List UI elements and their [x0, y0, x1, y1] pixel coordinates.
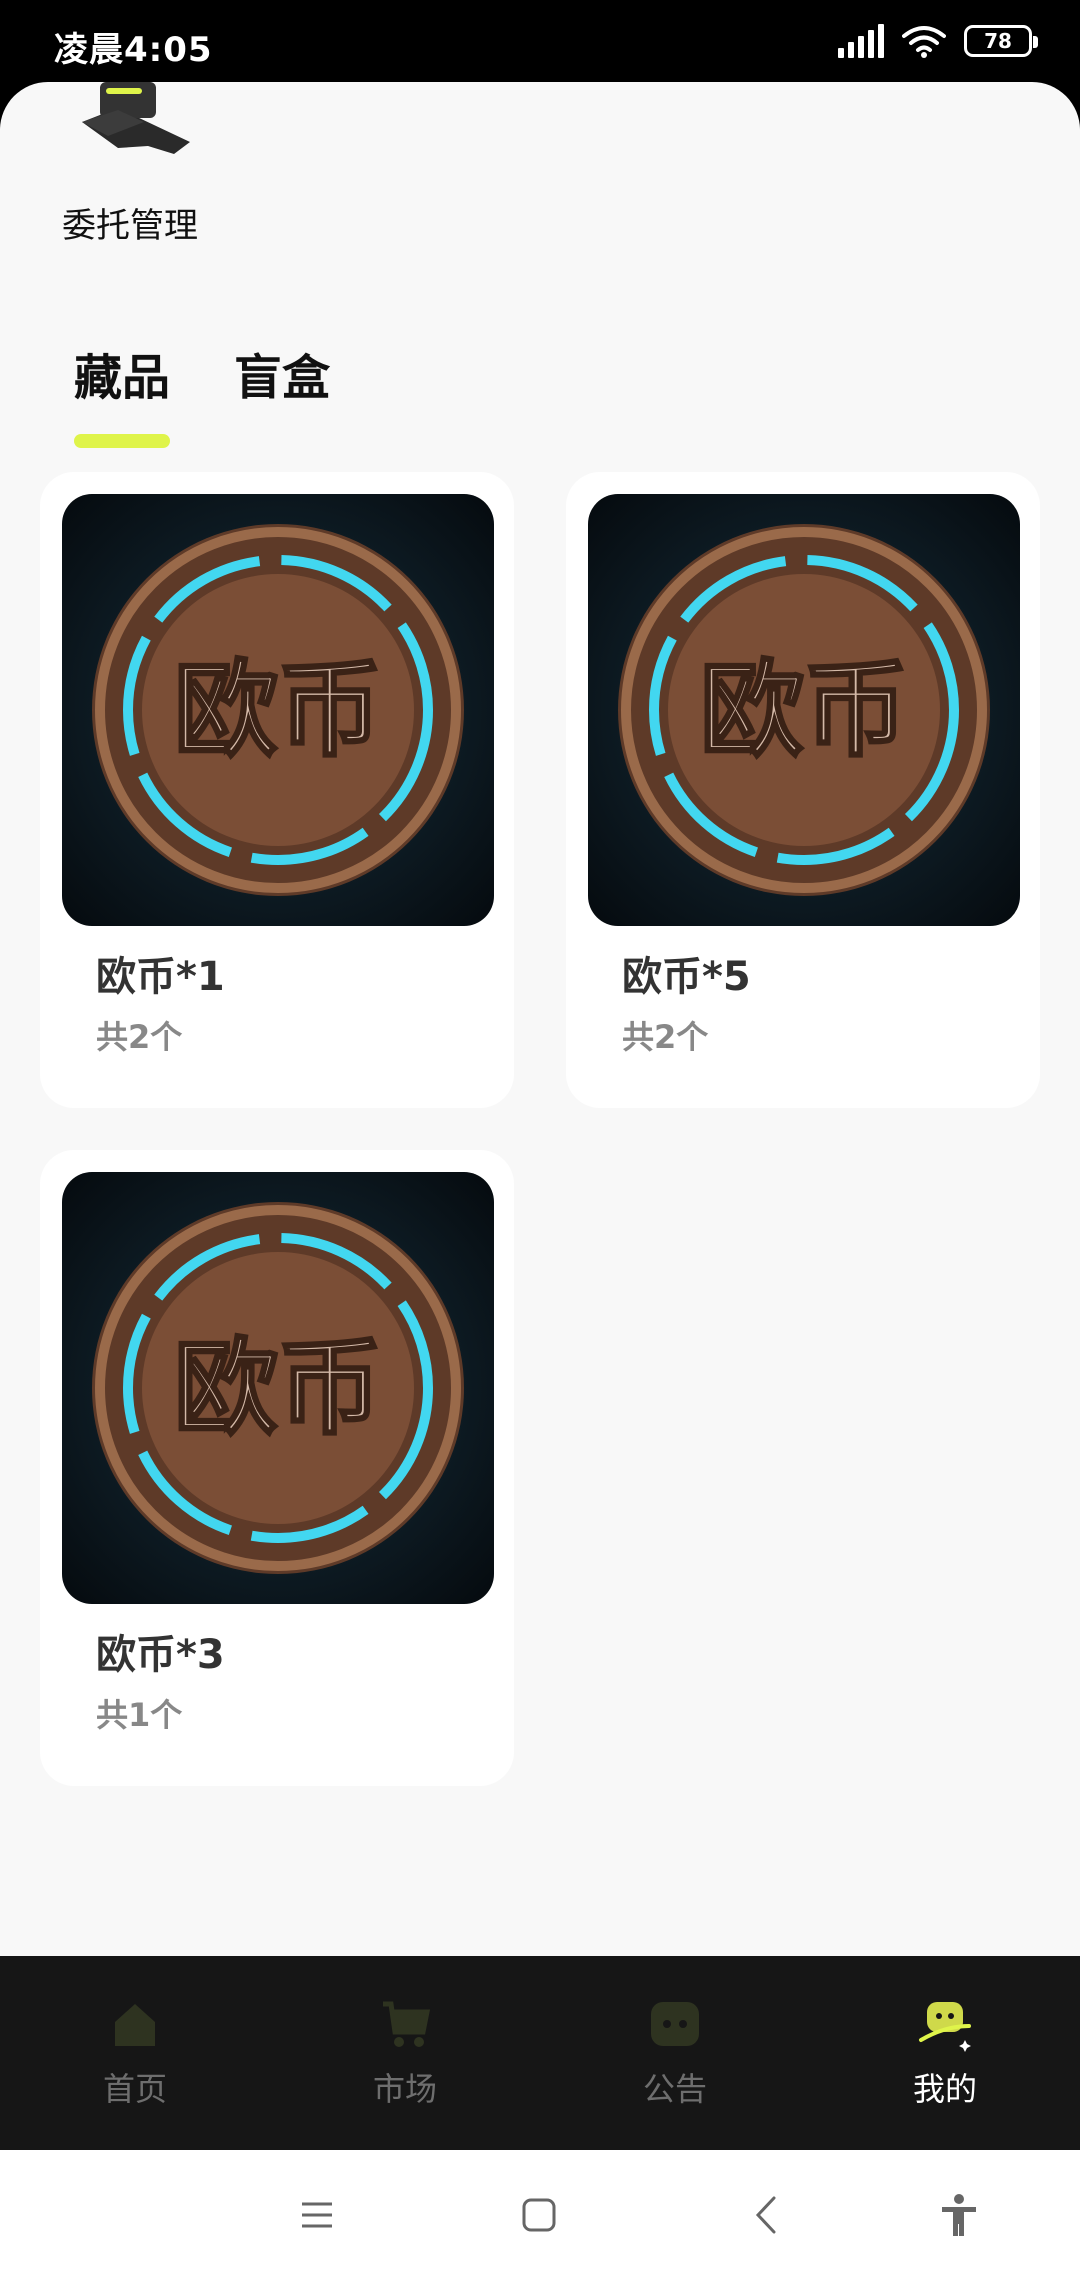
- coin-artwork: 欧币: [92, 1202, 464, 1574]
- system-nav-bar: [0, 2150, 1080, 2280]
- home-icon: [115, 2004, 155, 2046]
- status-bar: 凌晨4:05 78: [0, 0, 1080, 84]
- battery-icon: 78: [964, 25, 1038, 57]
- coin-text: 欧币: [174, 649, 382, 771]
- nav-item-mine[interactable]: 我的: [810, 1956, 1080, 2150]
- card-count: 共2个: [96, 1018, 183, 1056]
- menu-icon[interactable]: [292, 2190, 342, 2240]
- mascot-icon: [919, 2002, 971, 2052]
- nav-item-market[interactable]: 市场: [270, 1956, 540, 2150]
- card-title: 欧币*1: [96, 954, 225, 1000]
- main-content: 委托管理 藏品 盲盒 欧币 欧币*1 共2个 欧币 欧币*5 共2个 欧币 欧币…: [0, 82, 1080, 1956]
- accessibility-icon[interactable]: [934, 2190, 984, 2240]
- category-tabs: 藏品 盲盒: [74, 338, 330, 448]
- coin-image: 欧币: [62, 494, 494, 926]
- coin-image: 欧币: [588, 494, 1020, 926]
- wifi-icon: [902, 26, 946, 58]
- nav-label-mine: 我的: [912, 2070, 977, 2108]
- collection-card[interactable]: 欧币 欧币*5 共2个: [566, 472, 1040, 1108]
- back-icon[interactable]: [742, 2190, 792, 2240]
- nav-item-home[interactable]: 首页: [0, 1956, 270, 2150]
- bottom-nav: 首页 市场 公告 我的: [0, 1956, 1080, 2150]
- chat-icon: [651, 2002, 699, 2046]
- card-count: 共1个: [96, 1696, 183, 1734]
- collection-card[interactable]: 欧币 欧币*3 共1个: [40, 1150, 514, 1786]
- nav-label-announcements: 公告: [642, 2070, 707, 2108]
- coin-artwork: 欧币: [92, 524, 464, 896]
- entrust-label: 委托管理: [62, 206, 198, 246]
- tab-blind-box[interactable]: 盲盒: [234, 338, 330, 408]
- card-count: 共2个: [622, 1018, 709, 1056]
- cart-icon: [383, 2001, 431, 2047]
- signal-icon: [838, 24, 884, 58]
- home-square-icon[interactable]: [514, 2190, 564, 2240]
- coin-image: 欧币: [62, 1172, 494, 1604]
- collection-card[interactable]: 欧币 欧币*1 共2个: [40, 472, 514, 1108]
- card-title: 欧币*3: [96, 1632, 225, 1678]
- status-time: 凌晨4:05: [54, 30, 213, 70]
- coin-text: 欧币: [700, 649, 908, 771]
- coin-artwork: 欧币: [618, 524, 990, 896]
- tab-collections[interactable]: 藏品: [74, 338, 171, 448]
- entrust-icon: [82, 82, 190, 154]
- nav-label-market: 市场: [372, 2070, 437, 2108]
- battery-level: 78: [984, 29, 1012, 53]
- card-title: 欧币*5: [622, 954, 751, 1000]
- nav-label-home: 首页: [102, 2070, 167, 2108]
- nav-item-announcements[interactable]: 公告: [540, 1956, 810, 2150]
- coin-text: 欧币: [174, 1327, 382, 1449]
- status-icons: 78: [838, 24, 1038, 58]
